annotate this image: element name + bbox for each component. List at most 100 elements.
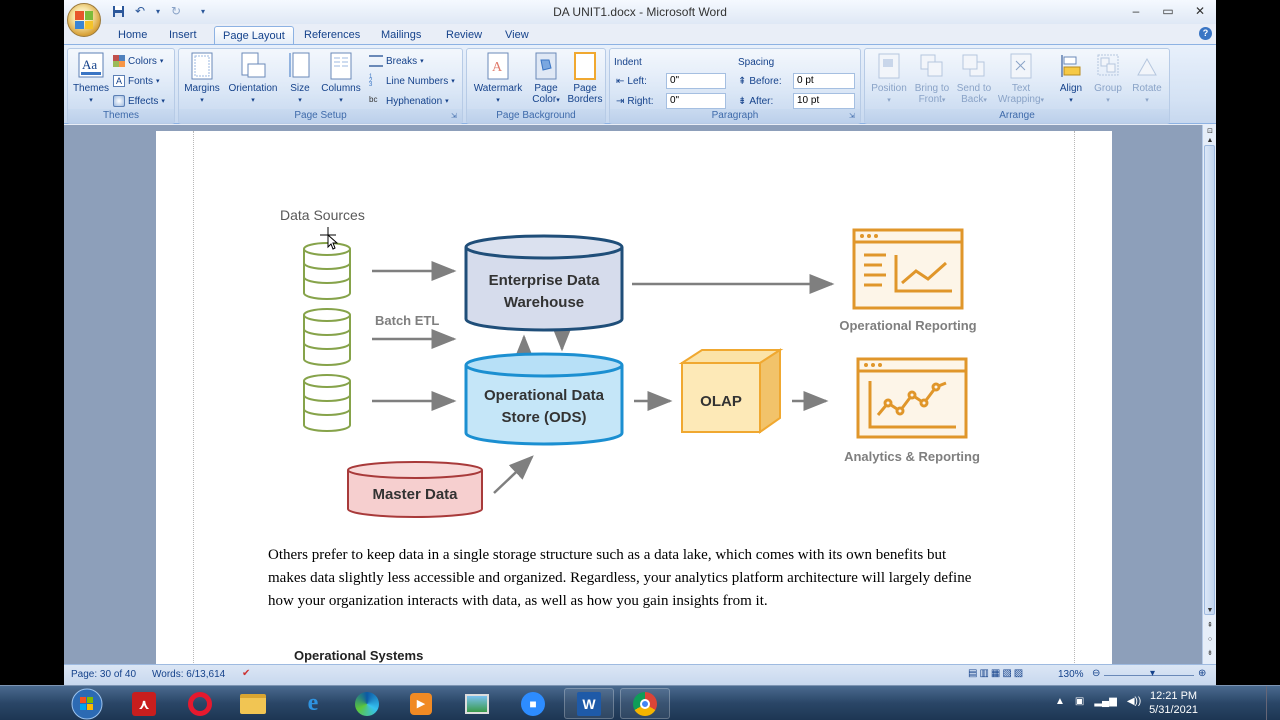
- taskbar-internet-explorer[interactable]: e: [288, 688, 338, 719]
- next-heading[interactable]: Operational Systems: [294, 648, 423, 663]
- themes-group: Aa Themes ▾ Colors ▾ A Fonts ▾ Effects ▾ The…: [67, 48, 175, 124]
- page-setup-launcher-icon[interactable]: ⇲: [451, 112, 460, 121]
- tab-insert[interactable]: Insert: [161, 26, 205, 45]
- tray-device-icon[interactable]: ▣: [1075, 696, 1084, 707]
- view-buttons[interactable]: ▤▥▦▧▨: [968, 668, 1025, 679]
- help-icon[interactable]: ?: [1199, 27, 1212, 40]
- indent-left-input[interactable]: 0": [666, 73, 726, 89]
- next-page-icon[interactable]: ⇟: [1205, 649, 1215, 659]
- network-icon[interactable]: ▂▄▆: [1094, 696, 1116, 707]
- batch-etl-label: Batch ETL: [375, 313, 440, 328]
- group-objects-label: Group: [1094, 83, 1122, 94]
- rotate-button[interactable]: Rotate ▾: [1127, 51, 1167, 106]
- analytics-reporting-label: Analytics & Reporting: [844, 449, 980, 464]
- taskbar-word[interactable]: W: [564, 688, 614, 719]
- hyphenation-button[interactable]: bc Hyphenation ▾: [369, 93, 449, 109]
- tab-home[interactable]: Home: [110, 26, 155, 45]
- watermark-label: Watermark: [473, 83, 523, 94]
- status-bar: Page: 30 of 40 Words: 6/13,614 ✔ ▤▥▦▧▨ 1…: [64, 664, 1216, 685]
- tab-mailings[interactable]: Mailings: [373, 26, 429, 45]
- previous-page-icon[interactable]: ⇞: [1205, 621, 1215, 631]
- analytics-reporting-icon: [856, 357, 968, 439]
- show-desktop-button[interactable]: [1266, 686, 1280, 720]
- olap-label: OLAP: [700, 393, 742, 410]
- effects-button[interactable]: Effects ▾: [113, 93, 165, 109]
- taskbar-edge[interactable]: [342, 688, 392, 719]
- tab-view[interactable]: View: [497, 26, 537, 45]
- taskbar-pdf-reader[interactable]: ⋏: [119, 688, 169, 719]
- columns-button[interactable]: Columns ▾: [317, 51, 365, 106]
- margins-button[interactable]: Margins ▾: [183, 51, 221, 106]
- zoom-out-icon[interactable]: ⊖: [1092, 668, 1100, 679]
- start-button[interactable]: [62, 688, 112, 719]
- volume-icon[interactable]: ◀)): [1127, 696, 1141, 707]
- office-logo-icon: [75, 11, 93, 29]
- maximize-button[interactable]: ▭: [1152, 0, 1184, 22]
- close-button[interactable]: ✕: [1184, 0, 1216, 22]
- tray-overflow-icon[interactable]: ▲: [1055, 696, 1065, 707]
- page-borders-label-2: Borders: [567, 94, 603, 105]
- taskbar-explorer[interactable]: [228, 688, 278, 719]
- taskbar-media-player[interactable]: ▶: [396, 688, 446, 719]
- select-browse-object-icon[interactable]: ○: [1205, 635, 1215, 645]
- paragraph-group-label: Paragraph: [610, 109, 860, 123]
- taskbar-opera[interactable]: [175, 688, 225, 719]
- ods-label-line2: Store (ODS): [501, 409, 587, 426]
- minimize-button[interactable]: –: [1120, 0, 1152, 22]
- indent-right-input[interactable]: 0": [666, 93, 726, 109]
- page-borders-button[interactable]: Page Borders: [565, 51, 605, 105]
- paragraph-launcher-icon[interactable]: ⇲: [849, 112, 858, 121]
- text-wrapping-button[interactable]: Text Wrapping▾: [993, 51, 1049, 106]
- proofing-icon[interactable]: ✔: [242, 668, 250, 679]
- zoom-level[interactable]: 130%: [1058, 669, 1084, 680]
- zoom-slider-thumb-icon[interactable]: ▾: [1150, 668, 1155, 679]
- taskbar-chrome[interactable]: [620, 688, 670, 719]
- colors-button[interactable]: Colors ▾: [113, 53, 163, 69]
- line-numbers-button[interactable]: 123 Line Numbers ▾: [369, 73, 455, 89]
- zoom-in-icon[interactable]: ⊕: [1198, 668, 1206, 679]
- orientation-button[interactable]: Orientation ▾: [223, 51, 283, 106]
- page-background-group-label: Page Background: [467, 109, 605, 123]
- send-to-back-button[interactable]: Send to Back▾: [953, 51, 995, 106]
- spacing-after-icon: ⇟: [738, 95, 747, 107]
- word-count-status[interactable]: Words: 6/13,614: [152, 669, 225, 680]
- page-count-status[interactable]: Page: 30 of 40: [71, 669, 136, 680]
- vertical-scrollbar[interactable]: ⊡ ▲ ▼ ⇞ ○ ⇟: [1202, 125, 1216, 664]
- zoom-slider[interactable]: [1104, 675, 1194, 676]
- watermark-button[interactable]: A Watermark ▾: [470, 51, 526, 106]
- arrow-master-to-ods: [493, 455, 534, 494]
- ods-label-line1: Operational Data: [483, 387, 605, 404]
- tab-review[interactable]: Review: [438, 26, 490, 45]
- fonts-button[interactable]: A Fonts ▾: [113, 73, 160, 89]
- group-objects-button[interactable]: Group ▾: [1089, 51, 1127, 106]
- page-color-label-1: Page: [534, 83, 558, 94]
- position-button[interactable]: Position ▾: [867, 51, 911, 106]
- page-setup-group-label: Page Setup: [179, 109, 462, 123]
- bring-to-front-button[interactable]: Bring to Front▾: [911, 51, 953, 106]
- word-icon: W: [577, 691, 601, 716]
- taskbar-photos[interactable]: [452, 688, 502, 719]
- tab-references[interactable]: References: [296, 26, 368, 45]
- tab-page-layout[interactable]: Page Layout: [214, 26, 294, 45]
- size-button[interactable]: Size ▾: [285, 51, 315, 106]
- taskbar-zoom[interactable]: ■: [508, 688, 558, 719]
- scroll-down-icon[interactable]: ▼: [1205, 606, 1215, 616]
- folder-icon: [240, 693, 266, 714]
- spacing-after-input[interactable]: 10 pt: [793, 93, 855, 109]
- breaks-button[interactable]: Breaks ▾: [369, 53, 424, 69]
- document-page[interactable]: Data Sources Batch ETL Enterprise Data Wa…: [156, 131, 1112, 664]
- page-color-label-2: Color: [532, 94, 557, 105]
- body-paragraph[interactable]: Others prefer to keep data in a single s…: [268, 544, 978, 613]
- page-color-button[interactable]: Page Color▾: [527, 51, 565, 106]
- scroll-thumb[interactable]: [1204, 145, 1215, 615]
- page-color-icon: [533, 51, 559, 81]
- office-button[interactable]: [67, 3, 101, 37]
- themes-button[interactable]: Aa Themes ▾: [71, 51, 111, 106]
- title-bar: ↶ ▾ ↻ ▾ DA UNIT1.docx - Microsoft Word –…: [64, 0, 1216, 24]
- align-button[interactable]: Align ▾: [1053, 51, 1089, 106]
- text-wrapping-label-2: Wrapping: [997, 94, 1041, 105]
- hyphenation-label: Hyphenation: [386, 95, 443, 107]
- spacing-before-input[interactable]: 0 pt: [793, 73, 855, 89]
- operational-reporting-icon: [852, 228, 964, 310]
- clock[interactable]: 12:21 PM 5/31/2021: [1149, 689, 1198, 717]
